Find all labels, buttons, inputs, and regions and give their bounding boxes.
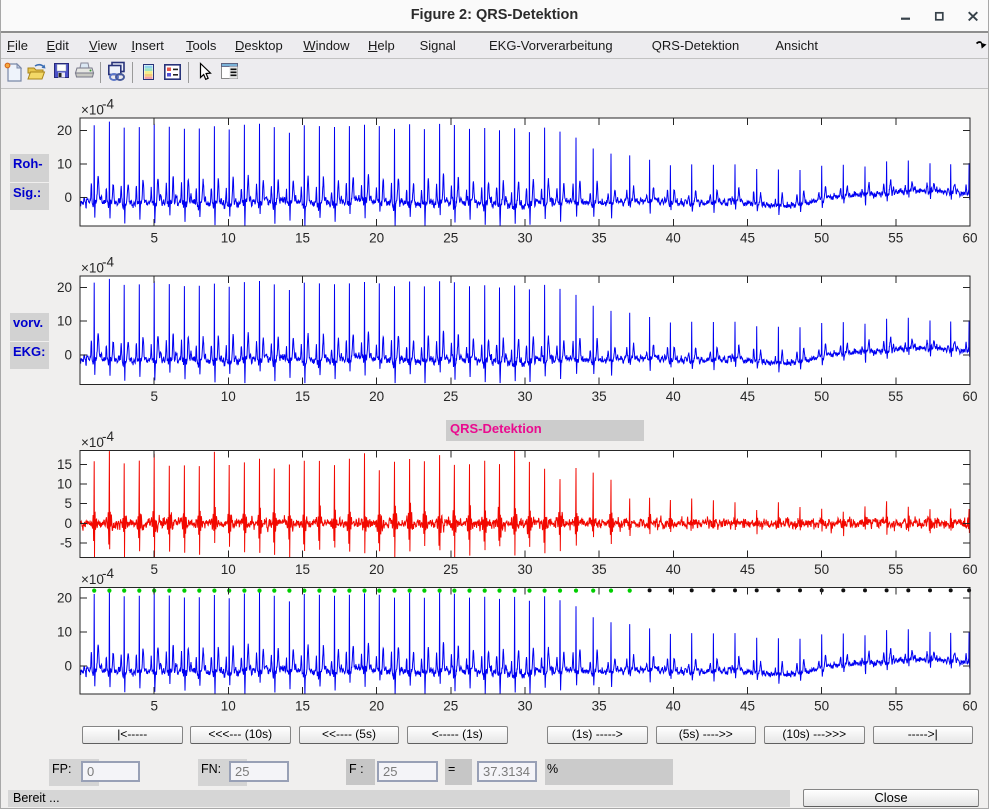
svg-text:×10: ×10	[81, 261, 104, 276]
svg-text:×10: ×10	[81, 103, 104, 118]
svg-text:20: 20	[369, 699, 384, 714]
svg-text:25: 25	[443, 231, 458, 246]
svg-text:45: 45	[740, 699, 755, 714]
svg-text:20: 20	[57, 590, 72, 605]
svg-text:60: 60	[962, 389, 977, 404]
svg-text:40: 40	[666, 699, 681, 714]
svg-text:5: 5	[64, 496, 72, 511]
svg-text:5: 5	[150, 699, 158, 714]
svg-text:30: 30	[517, 231, 532, 246]
svg-text:0: 0	[64, 347, 72, 362]
svg-text:5: 5	[150, 231, 158, 246]
svg-text:40: 40	[666, 389, 681, 404]
svg-text:15: 15	[295, 699, 310, 714]
svg-text:55: 55	[888, 699, 903, 714]
svg-text:15: 15	[295, 389, 310, 404]
svg-text:45: 45	[740, 389, 755, 404]
svg-text:60: 60	[962, 699, 977, 714]
svg-text:50: 50	[814, 562, 829, 577]
svg-text:10: 10	[57, 314, 72, 329]
svg-text:15: 15	[295, 231, 310, 246]
svg-text:55: 55	[888, 389, 903, 404]
svg-text:15: 15	[295, 562, 310, 577]
svg-text:40: 40	[666, 231, 681, 246]
svg-text:60: 60	[962, 231, 977, 246]
svg-text:10: 10	[221, 699, 236, 714]
svg-text:55: 55	[888, 231, 903, 246]
svg-text:50: 50	[814, 389, 829, 404]
svg-text:5: 5	[150, 389, 158, 404]
svg-text:50: 50	[814, 231, 829, 246]
svg-text:-4: -4	[102, 255, 114, 270]
svg-text:35: 35	[592, 231, 607, 246]
svg-text:×10: ×10	[81, 435, 104, 450]
svg-text:25: 25	[443, 699, 458, 714]
svg-text:40: 40	[666, 562, 681, 577]
svg-text:10: 10	[221, 231, 236, 246]
svg-text:5: 5	[150, 562, 158, 577]
svg-text:0: 0	[64, 516, 72, 531]
svg-text:10: 10	[221, 389, 236, 404]
svg-text:15: 15	[57, 457, 72, 472]
svg-text:30: 30	[517, 699, 532, 714]
svg-text:10: 10	[57, 625, 72, 640]
svg-text:0: 0	[64, 190, 72, 205]
svg-text:10: 10	[221, 562, 236, 577]
svg-text:50: 50	[814, 699, 829, 714]
svg-text:35: 35	[592, 389, 607, 404]
svg-text:45: 45	[740, 562, 755, 577]
svg-text:20: 20	[369, 562, 384, 577]
svg-text:60: 60	[962, 562, 977, 577]
svg-text:-4: -4	[102, 566, 114, 581]
svg-text:-4: -4	[102, 97, 114, 112]
svg-text:25: 25	[443, 389, 458, 404]
svg-text:30: 30	[517, 389, 532, 404]
svg-text:-4: -4	[102, 429, 114, 444]
svg-text:35: 35	[592, 699, 607, 714]
svg-text:×10: ×10	[81, 572, 104, 587]
svg-text:20: 20	[369, 231, 384, 246]
svg-text:45: 45	[740, 231, 755, 246]
svg-text:25: 25	[443, 562, 458, 577]
svg-text:10: 10	[57, 157, 72, 172]
svg-text:0: 0	[64, 659, 72, 674]
svg-text:35: 35	[592, 562, 607, 577]
svg-text:30: 30	[517, 562, 532, 577]
svg-text:-5: -5	[60, 535, 72, 550]
svg-text:20: 20	[57, 280, 72, 295]
svg-text:10: 10	[57, 477, 72, 492]
svg-text:20: 20	[369, 389, 384, 404]
svg-text:55: 55	[888, 562, 903, 577]
svg-text:20: 20	[57, 123, 72, 138]
